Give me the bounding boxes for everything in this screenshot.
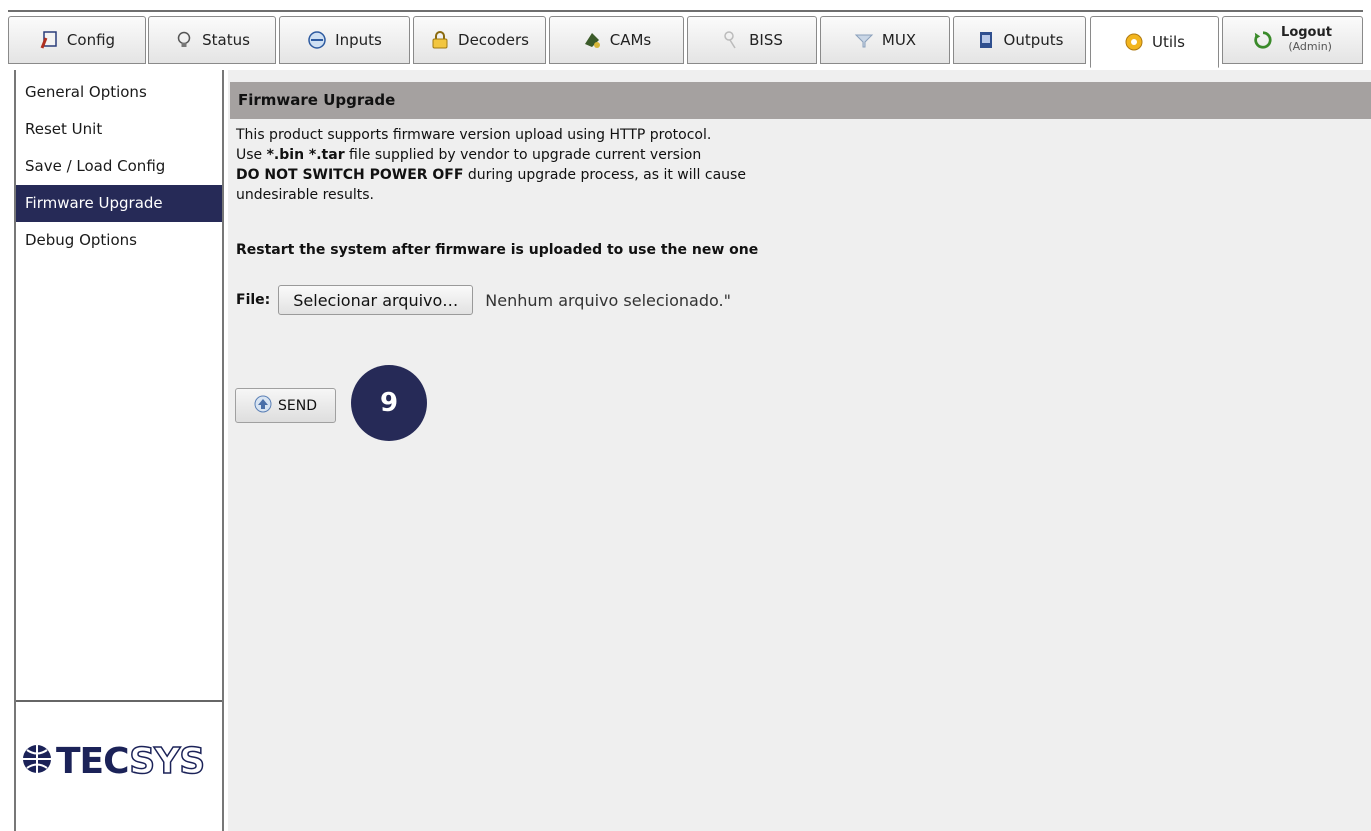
sidebar-divider	[16, 700, 222, 702]
funnel-icon	[854, 30, 874, 50]
tecsys-logo: TECSYS	[20, 736, 220, 786]
send-label: SEND	[278, 397, 317, 414]
page-title: Firmware Upgrade	[230, 82, 1371, 119]
outputs-icon	[976, 30, 996, 50]
send-button[interactable]: SEND	[235, 388, 336, 423]
logout-button[interactable]: Logout (Admin)	[1222, 16, 1363, 64]
tab-label: Outputs	[1003, 31, 1064, 49]
power-warning: DO NOT SWITCH POWER OFF	[236, 167, 464, 183]
main-content: Firmware Upgrade This product supports f…	[228, 70, 1371, 831]
tab-outputs[interactable]: Outputs	[953, 16, 1086, 64]
tab-biss[interactable]: BISS	[687, 16, 817, 64]
text-span: file supplied by vendor to upgrade curre…	[344, 147, 702, 163]
file-row: File: Selecionar arquivo… Nenhum arquivo…	[236, 285, 731, 315]
logo-suffix: SYS	[129, 740, 206, 783]
inputs-icon	[307, 30, 327, 50]
text-span: Use	[236, 147, 267, 163]
tab-label: BISS	[749, 31, 783, 49]
tab-bar-border	[8, 10, 1363, 12]
sidebar-item-debug-options[interactable]: Debug Options	[16, 222, 222, 259]
lock-icon	[430, 30, 450, 50]
sidebar-item-reset-unit[interactable]: Reset Unit	[16, 111, 222, 148]
tab-cams[interactable]: CAMs	[549, 16, 684, 64]
sidebar-item-firmware-upgrade[interactable]: Firmware Upgrade	[16, 185, 222, 222]
tab-status[interactable]: Status	[148, 16, 276, 64]
choose-file-button[interactable]: Selecionar arquivo…	[278, 285, 474, 315]
restart-note: Restart the system after firmware is upl…	[236, 242, 759, 258]
sidebar-item-general-options[interactable]: General Options	[16, 74, 222, 111]
key-icon	[721, 30, 741, 50]
logout-icon	[1253, 30, 1273, 50]
utils-icon	[1124, 32, 1144, 52]
warning-line: DO NOT SWITCH POWER OFF during upgrade p…	[236, 165, 836, 185]
bulb-icon	[174, 30, 194, 50]
logout-label: Logout	[1281, 25, 1332, 41]
logout-user: (Admin)	[1288, 40, 1332, 54]
file-label: File:	[236, 292, 271, 308]
config-icon	[39, 30, 59, 50]
tab-utils[interactable]: Utils	[1090, 16, 1219, 68]
tab-inputs[interactable]: Inputs	[279, 16, 410, 64]
tab-label: Inputs	[335, 31, 382, 49]
tab-label: MUX	[881, 31, 917, 49]
file-types: *.bin *.tar	[266, 147, 345, 163]
step-callout: 9	[351, 365, 427, 441]
sidebar-item-save-load-config[interactable]: Save / Load Config	[16, 148, 222, 185]
tab-label: CAMs	[609, 31, 652, 49]
description-line: Use *.bin *.tar file supplied by vendor …	[236, 145, 836, 165]
logout-text: Logout (Admin)	[1281, 25, 1332, 54]
file-status: Nenhum arquivo selecionado."	[485, 290, 731, 310]
logo-prefix: TEC	[56, 740, 130, 782]
tab-decoders[interactable]: Decoders	[413, 16, 546, 64]
description-line: This product supports firmware version u…	[236, 127, 712, 143]
cam-icon	[582, 30, 602, 50]
text-span: during upgrade process, as it will cause	[463, 167, 746, 183]
top-tab-bar: Config Status Inputs Decoders CAMs BISS	[0, 0, 1371, 70]
tab-config[interactable]: Config	[8, 16, 146, 64]
globe-icon	[20, 742, 54, 780]
sidebar: General Options Reset Unit Save / Load C…	[14, 70, 224, 831]
sidebar-menu: General Options Reset Unit Save / Load C…	[16, 74, 222, 259]
description: This product supports firmware version u…	[236, 125, 836, 205]
tab-label: Config	[66, 31, 116, 49]
tab-label: Utils	[1151, 33, 1185, 51]
upload-icon	[254, 395, 272, 417]
tab-label: Status	[202, 31, 250, 49]
tab-mux[interactable]: MUX	[820, 16, 950, 64]
logo-wordmark: TECSYS	[56, 740, 206, 783]
tab-label: Decoders	[458, 31, 529, 49]
description-line: undesirable results.	[236, 187, 374, 203]
